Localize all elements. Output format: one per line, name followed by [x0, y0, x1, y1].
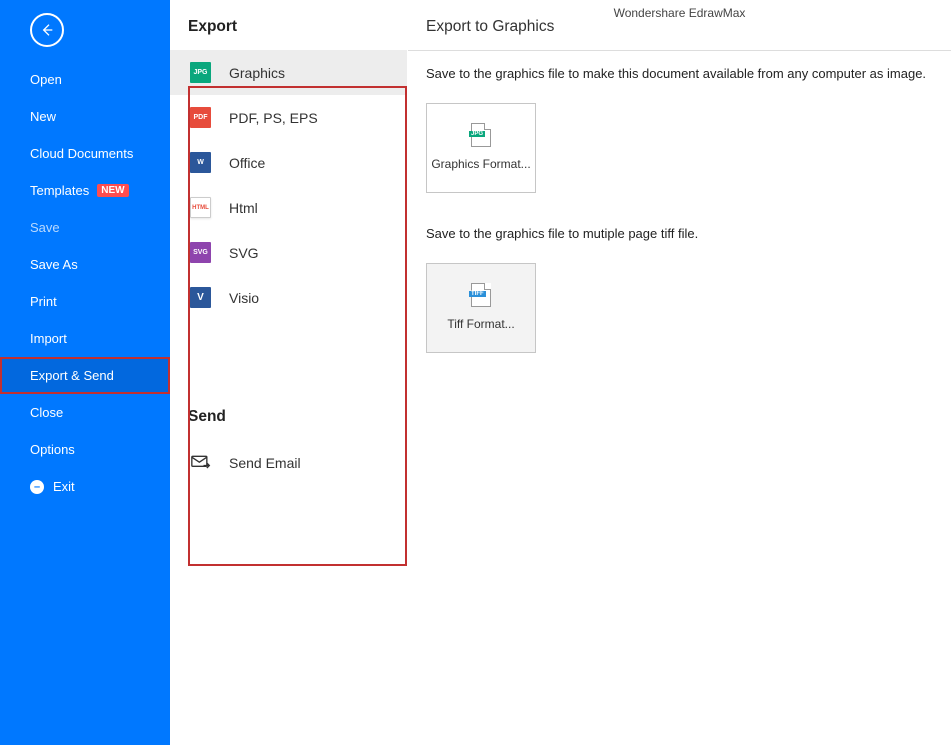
card-label: Tiff Format...: [447, 317, 514, 333]
file-menu-sidebar: Open New Cloud Documents Templates NEW S…: [0, 0, 170, 745]
jpg-icon: JPG: [190, 62, 211, 83]
option-label: Office: [229, 155, 265, 171]
export-option-html[interactable]: HTML Html: [170, 185, 407, 230]
tiff-format-card[interactable]: TIFF Tiff Format...: [426, 263, 536, 353]
nav-label: Save: [30, 220, 60, 235]
file-tag: JPG: [469, 131, 485, 137]
pdf-icon: PDF: [190, 107, 211, 128]
nav-open[interactable]: Open: [0, 61, 170, 98]
send-heading: Send: [170, 390, 407, 440]
export-detail-pane: Wondershare EdrawMax Export to Graphics …: [408, 0, 951, 745]
nav-label: Templates: [30, 183, 89, 198]
export-heading: Export: [170, 0, 407, 50]
option-label: PDF, PS, EPS: [229, 110, 318, 126]
word-icon: W: [190, 152, 211, 173]
nav-import[interactable]: Import: [0, 320, 170, 357]
arrow-left-icon: [39, 22, 55, 38]
export-option-graphics[interactable]: JPG Graphics: [170, 50, 407, 95]
card-label: Graphics Format...: [431, 157, 530, 173]
nav-exit[interactable]: – Exit: [0, 468, 170, 505]
exit-icon: –: [30, 480, 44, 494]
graphics-format-card[interactable]: JPG Graphics Format...: [426, 103, 536, 193]
option-label: Send Email: [229, 455, 301, 471]
app-title: Wondershare EdrawMax: [408, 6, 951, 20]
nav-label: Open: [30, 72, 62, 87]
email-icon: [190, 452, 211, 473]
export-option-pdf[interactable]: PDF PDF, PS, EPS: [170, 95, 407, 140]
export-option-visio[interactable]: V Visio: [170, 275, 407, 320]
nav-close[interactable]: Close: [0, 394, 170, 431]
nav-cloud-documents[interactable]: Cloud Documents: [0, 135, 170, 172]
nav-label: Save As: [30, 257, 78, 272]
html-icon: HTML: [190, 197, 211, 218]
nav-label: Close: [30, 405, 63, 420]
tiff-description: Save to the graphics file to mutiple pag…: [408, 211, 951, 251]
nav-label: Exit: [53, 479, 75, 494]
new-badge: NEW: [97, 184, 128, 197]
file-icon: TIFF: [471, 283, 491, 307]
graphics-description: Save to the graphics file to make this d…: [408, 51, 951, 91]
visio-icon: V: [190, 287, 211, 308]
back-button[interactable]: [30, 13, 64, 47]
nav-save: Save: [0, 209, 170, 246]
svg-icon: SVG: [190, 242, 211, 263]
nav-save-as[interactable]: Save As: [0, 246, 170, 283]
nav-label: Cloud Documents: [30, 146, 133, 161]
nav-export-send[interactable]: Export & Send: [0, 357, 170, 394]
send-option-email[interactable]: Send Email: [170, 440, 407, 485]
file-tag: TIFF: [469, 291, 486, 297]
option-label: Html: [229, 200, 258, 216]
nav-label: New: [30, 109, 56, 124]
option-label: SVG: [229, 245, 259, 261]
nav-new[interactable]: New: [0, 98, 170, 135]
nav-options[interactable]: Options: [0, 431, 170, 468]
option-label: Graphics: [229, 65, 285, 81]
nav-label: Options: [30, 442, 75, 457]
nav-templates[interactable]: Templates NEW: [0, 172, 170, 209]
nav-label: Print: [30, 294, 57, 309]
file-icon: JPG: [471, 123, 491, 147]
nav-label: Import: [30, 331, 67, 346]
nav-print[interactable]: Print: [0, 283, 170, 320]
export-option-svg[interactable]: SVG SVG: [170, 230, 407, 275]
export-panel: Export JPG Graphics PDF PDF, PS, EPS W O…: [170, 0, 408, 745]
nav-label: Export & Send: [30, 368, 114, 383]
export-option-office[interactable]: W Office: [170, 140, 407, 185]
option-label: Visio: [229, 290, 259, 306]
